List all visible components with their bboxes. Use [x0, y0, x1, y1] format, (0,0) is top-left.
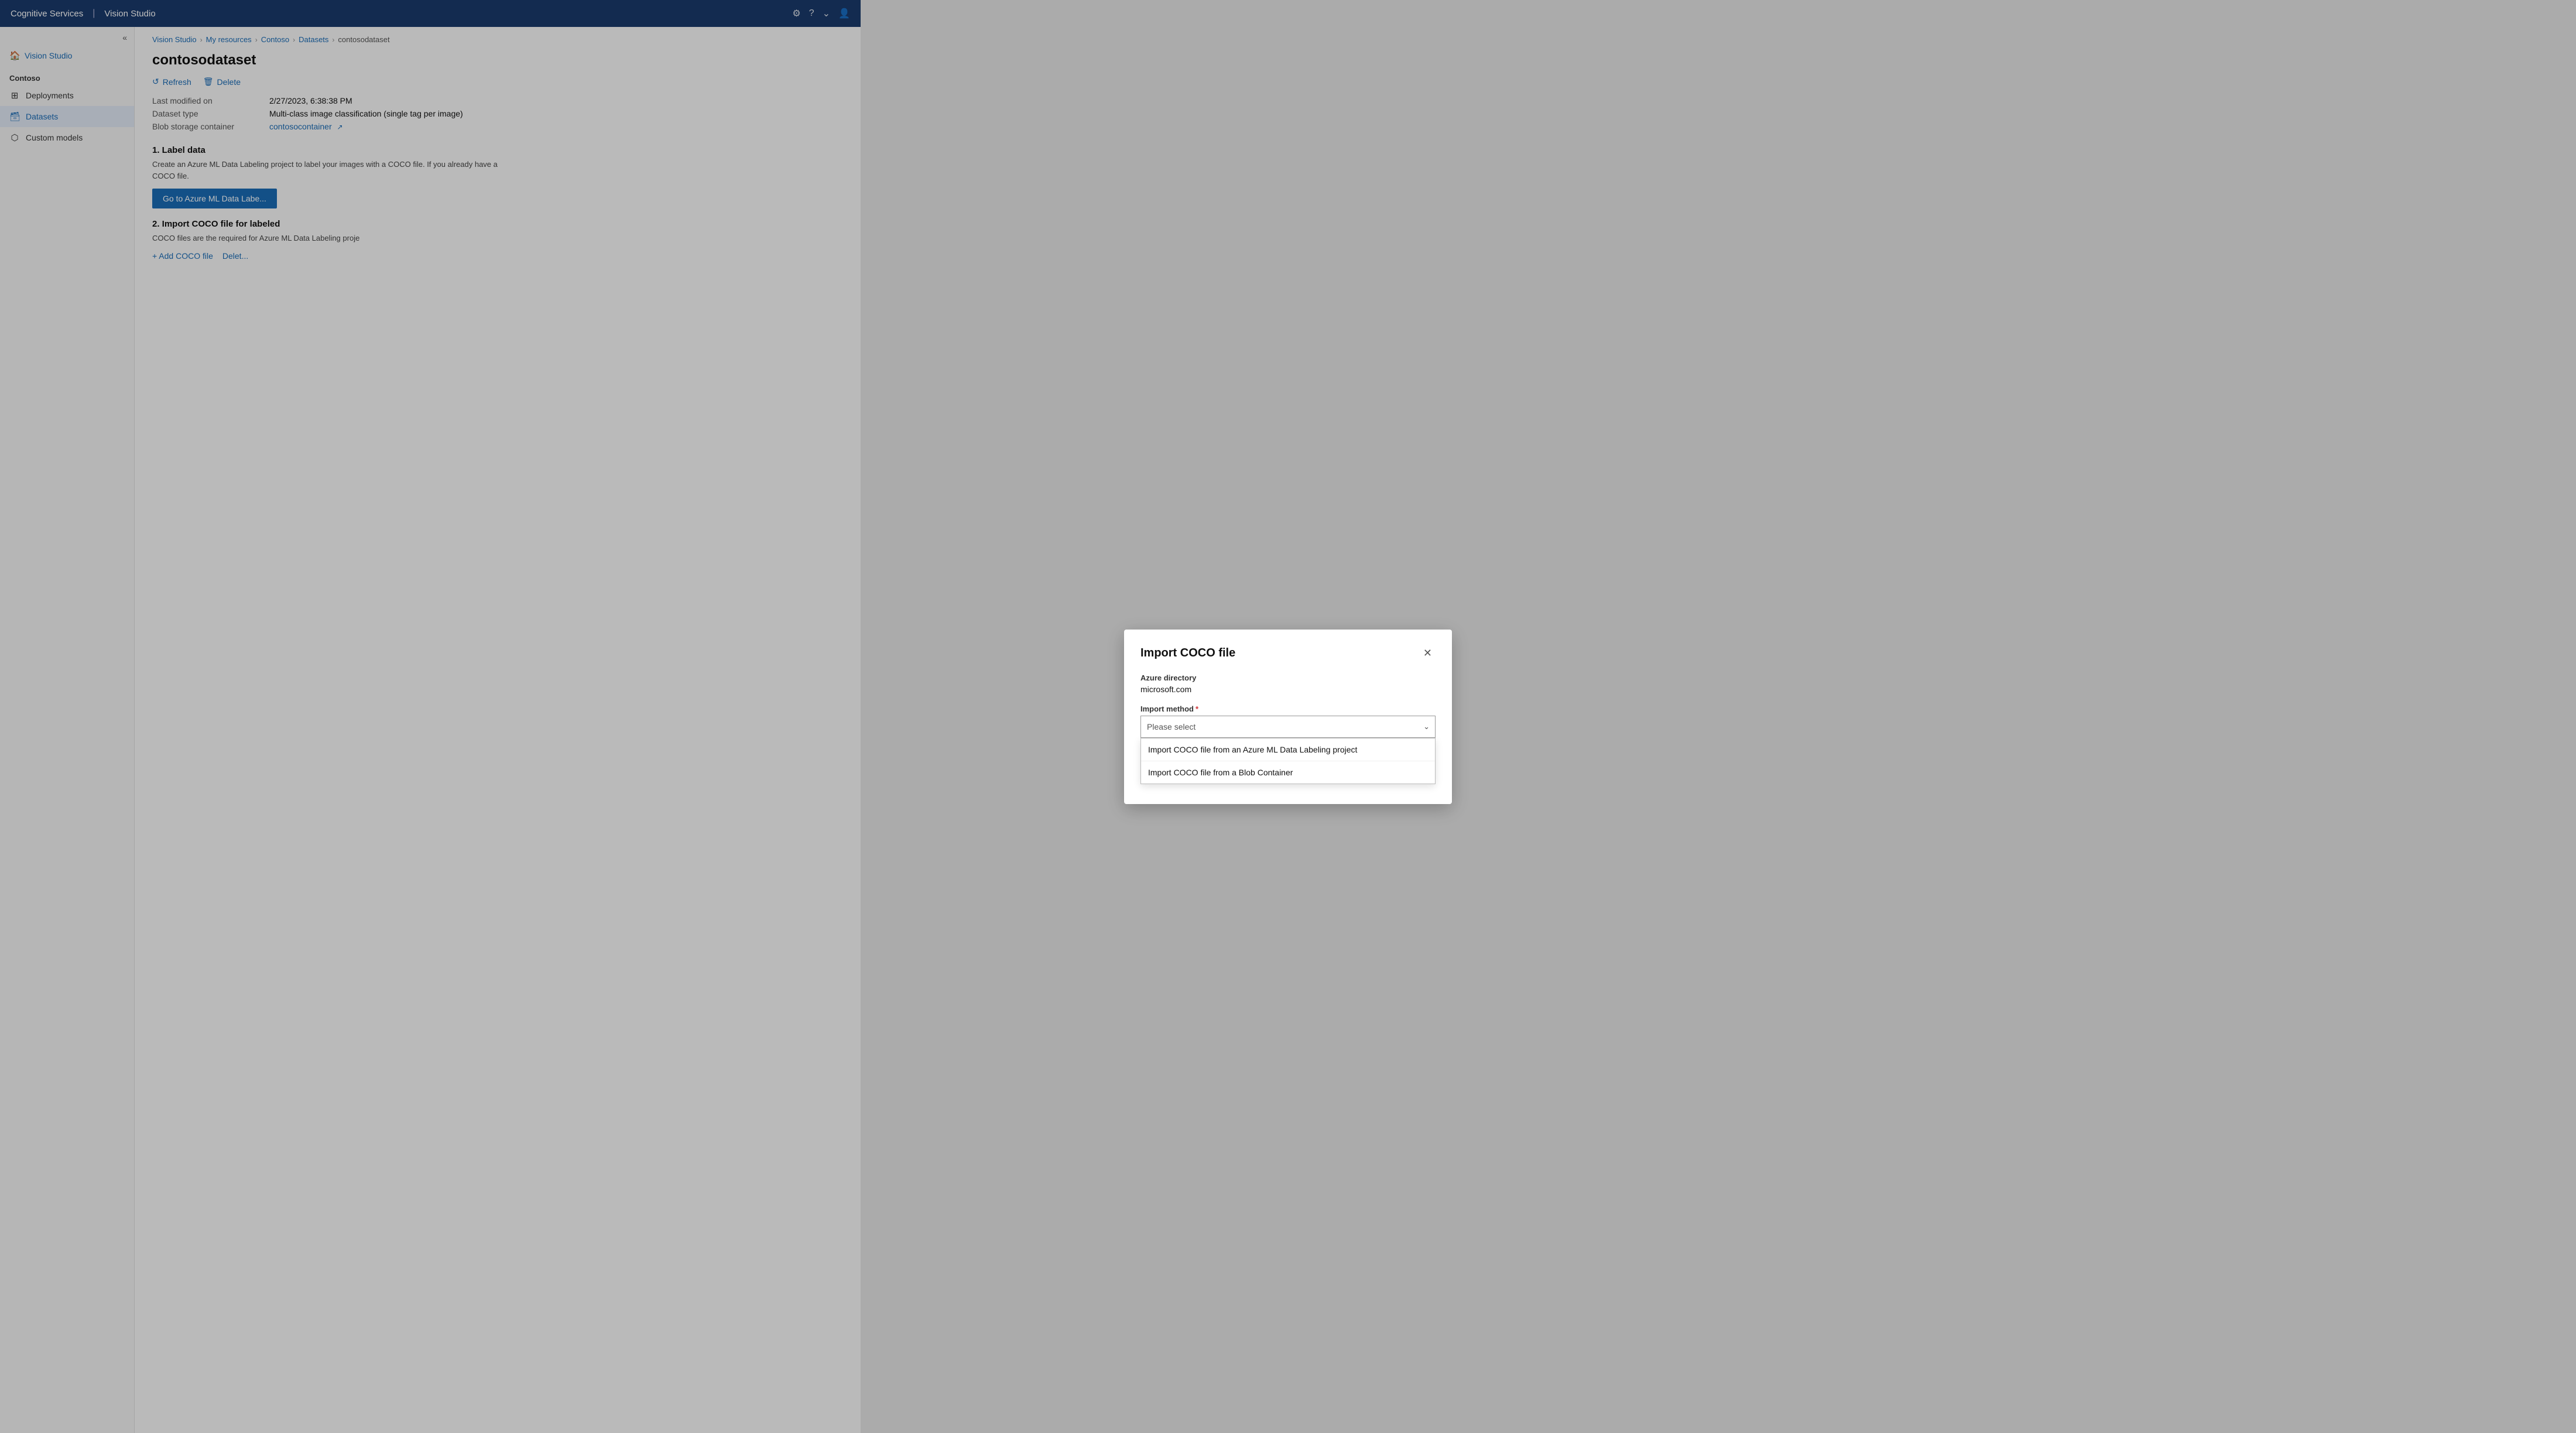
azure-directory-field: Azure directory microsoft.com [1140, 673, 1436, 694]
dropdown-item-blob[interactable]: Import COCO file from a Blob Container [1141, 761, 1435, 784]
modal-header: Import COCO file ✕ [1140, 646, 1436, 661]
import-method-field: Import method* Please select ⌄ Import CO… [1140, 704, 1436, 784]
import-method-label: Import method* [1140, 704, 1436, 713]
required-star: * [1195, 704, 1198, 713]
select-placeholder: Please select [1147, 722, 1195, 731]
modal-title: Import COCO file [1140, 647, 1235, 660]
modal-footer [1140, 795, 1436, 804]
modal-close-button[interactable]: ✕ [1420, 646, 1436, 661]
azure-directory-value: microsoft.com [1140, 685, 1436, 694]
import-coco-modal: Import COCO file ✕ Azure directory micro… [1124, 630, 1452, 804]
modal-overlay[interactable]: Import COCO file ✕ Azure directory micro… [0, 0, 2576, 1433]
dropdown-item-azure-ml[interactable]: Import COCO file from an Azure ML Data L… [1141, 738, 1435, 761]
dropdown-list: Import COCO file from an Azure ML Data L… [1140, 738, 1436, 784]
import-method-select[interactable]: Please select [1140, 716, 1436, 738]
import-method-select-wrapper: Please select ⌄ [1140, 716, 1436, 738]
azure-directory-label: Azure directory [1140, 673, 1436, 682]
